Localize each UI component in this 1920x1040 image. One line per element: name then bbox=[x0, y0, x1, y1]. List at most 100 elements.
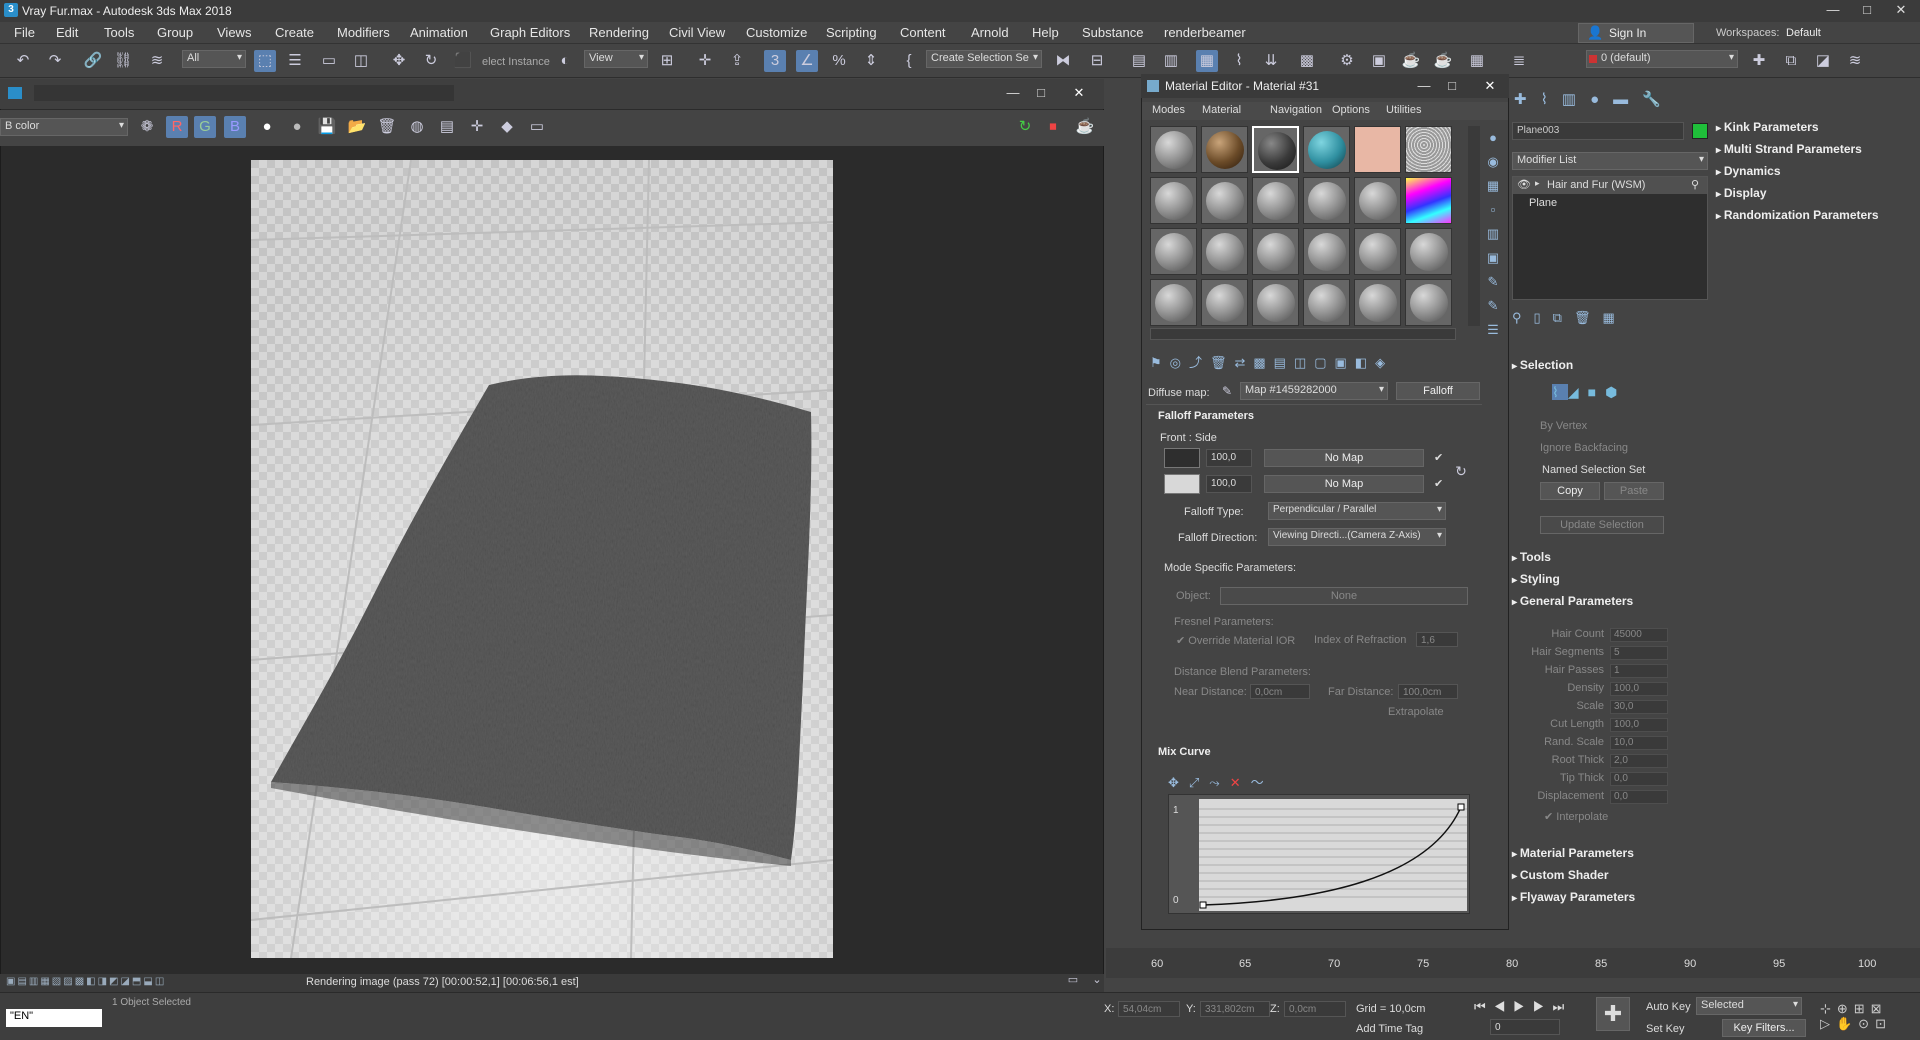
color-channels-icon[interactable]: ❁ bbox=[136, 116, 158, 138]
x-coordinate-field[interactable]: 54,04cm bbox=[1118, 1001, 1180, 1017]
named-selection-dropdown[interactable]: Create Selection Se bbox=[926, 50, 1042, 68]
sample-slot[interactable] bbox=[1201, 126, 1248, 173]
sample-slot[interactable] bbox=[1303, 279, 1350, 326]
front-map-button[interactable]: No Map bbox=[1264, 449, 1424, 467]
rollout-kink[interactable]: Kink Parameters bbox=[1716, 120, 1819, 134]
command-panel-tabs[interactable]: ✚⌇▥●▬🔧 bbox=[1514, 90, 1694, 110]
channel-dropdown[interactable]: B color bbox=[0, 118, 128, 136]
copy-button[interactable]: Copy bbox=[1540, 482, 1600, 500]
object-name-field[interactable]: Plane003 bbox=[1512, 122, 1684, 140]
blue-channel-button[interactable]: B bbox=[224, 116, 246, 138]
rect-selection-icon[interactable]: ▭ bbox=[318, 50, 340, 72]
scale-spinner[interactable]: 30,0 bbox=[1610, 700, 1668, 714]
selection-level-icons[interactable]: ⌇◢■⬢ bbox=[1552, 384, 1652, 404]
percent-snap-icon[interactable]: % bbox=[828, 50, 850, 72]
move-icon[interactable]: ✥ bbox=[388, 50, 410, 72]
sample-slot[interactable] bbox=[1303, 126, 1350, 173]
stack-toolbar[interactable]: ⚲▯⧉🗑▦ bbox=[1512, 310, 1652, 328]
save-image-icon[interactable]: 💾 bbox=[316, 116, 338, 138]
ior-spinner[interactable]: 1,6 bbox=[1416, 632, 1458, 647]
menu-arnold[interactable]: Arnold bbox=[971, 25, 1009, 40]
sample-slot[interactable] bbox=[1201, 228, 1248, 275]
hair-passes-spinner[interactable]: 1 bbox=[1610, 664, 1668, 678]
viewport-nav-controls[interactable]: ⊹⊕⊞⊠ ▷✋⊙⊡ bbox=[1820, 1001, 1918, 1031]
front-map-enabled-checkbox[interactable]: ✔ bbox=[1434, 451, 1443, 464]
mated-maximize-button[interactable]: □ bbox=[1437, 76, 1467, 96]
mated-menu-utilities[interactable]: Utilities bbox=[1386, 104, 1421, 116]
lut-icon[interactable]: ▭ bbox=[526, 116, 548, 138]
stack-item-hair-fur[interactable]: 👁 ▸ Hair and Fur (WSM) ⚲ bbox=[1513, 177, 1707, 194]
render-iterative-icon[interactable]: ☕ bbox=[1432, 50, 1454, 72]
scale-icon[interactable]: ⬛ bbox=[452, 50, 474, 72]
fb-collapse-icon[interactable]: ⌄ bbox=[1086, 971, 1108, 989]
workspaces-dropdown[interactable]: Default bbox=[1786, 27, 1821, 39]
layer-settings-icon[interactable]: ≋ bbox=[1844, 50, 1866, 72]
undo-icon[interactable]: ↶ bbox=[12, 50, 34, 72]
selection-filter-dropdown[interactable]: All bbox=[182, 50, 246, 68]
mirror-icon[interactable]: ⧓ bbox=[1052, 50, 1074, 72]
ribbon-icon[interactable]: ▦ bbox=[1196, 50, 1218, 72]
y-coordinate-field[interactable]: 331,802cm bbox=[1200, 1001, 1270, 1017]
menu-views[interactable]: Views bbox=[217, 25, 251, 40]
mated-menu-options[interactable]: Options bbox=[1332, 104, 1370, 116]
hair-segments-spinner[interactable]: 5 bbox=[1610, 646, 1668, 660]
sample-slot[interactable] bbox=[1354, 228, 1401, 275]
load-image-icon[interactable]: 📂 bbox=[346, 116, 368, 138]
far-distance-spinner[interactable]: 100,0cm bbox=[1398, 684, 1458, 699]
sample-slot-active[interactable] bbox=[1252, 126, 1299, 173]
rollout-randomization[interactable]: Randomization Parameters bbox=[1716, 208, 1879, 222]
mix-curve-graph[interactable]: 1 0 bbox=[1168, 794, 1470, 914]
manipulate-icon[interactable]: ✛ bbox=[694, 50, 716, 72]
link-icon[interactable]: 🔗 bbox=[82, 50, 104, 72]
window-crossing-icon[interactable]: ◫ bbox=[350, 50, 372, 72]
region-render-icon[interactable]: ◍ bbox=[406, 116, 428, 138]
near-distance-spinner[interactable]: 0,0cm bbox=[1250, 684, 1310, 699]
falloff-type-dropdown[interactable]: Perpendicular / Parallel bbox=[1268, 502, 1446, 520]
z-coordinate-field[interactable]: 0,0cm bbox=[1284, 1001, 1346, 1017]
expand-icon[interactable]: ▸ bbox=[1535, 178, 1540, 189]
menu-civil-view[interactable]: Civil View bbox=[669, 25, 725, 40]
sample-slot[interactable] bbox=[1354, 279, 1401, 326]
menu-rendering[interactable]: Rendering bbox=[589, 25, 649, 40]
selected-set-dropdown[interactable]: Selected bbox=[1696, 997, 1802, 1015]
falloff-direction-dropdown[interactable]: Viewing Directi...(Camera Z-Axis) bbox=[1268, 528, 1446, 546]
sample-slot[interactable] bbox=[1405, 177, 1452, 224]
swap-colors-icon[interactable]: ↻ bbox=[1450, 460, 1472, 482]
sample-slots-vscrollbar[interactable] bbox=[1468, 126, 1480, 326]
side-color-swatch[interactable] bbox=[1164, 474, 1200, 494]
density-spinner[interactable]: 100,0 bbox=[1610, 682, 1668, 696]
sample-slot[interactable] bbox=[1252, 228, 1299, 275]
sample-slot[interactable] bbox=[1201, 279, 1248, 326]
render-again-icon[interactable]: ↻ bbox=[1014, 116, 1036, 138]
mix-curve-toolbar[interactable]: ✥⤢⤳✕〜 bbox=[1168, 772, 1468, 792]
front-color-swatch[interactable] bbox=[1164, 448, 1200, 468]
menu-file[interactable]: File bbox=[14, 25, 35, 40]
menu-content[interactable]: Content bbox=[900, 25, 946, 40]
layer-dropdown[interactable]: 0 (default) bbox=[1586, 50, 1738, 68]
object-pick-button[interactable]: None bbox=[1220, 587, 1468, 605]
menu-graph-editors[interactable]: Graph Editors bbox=[490, 25, 570, 40]
redo-icon[interactable]: ↷ bbox=[44, 50, 66, 72]
object-color-swatch[interactable] bbox=[1692, 123, 1708, 139]
clear-image-icon[interactable]: 🗑 bbox=[376, 116, 398, 138]
sample-slot[interactable] bbox=[1405, 126, 1452, 173]
stack-item-plane[interactable]: Plane bbox=[1529, 197, 1557, 209]
sample-slot[interactable] bbox=[1354, 177, 1401, 224]
sample-slot[interactable] bbox=[1150, 279, 1197, 326]
menu-group[interactable]: Group bbox=[157, 25, 193, 40]
rollout-tools[interactable]: Tools bbox=[1512, 550, 1551, 564]
select-layer-icon[interactable]: ◪ bbox=[1812, 50, 1834, 72]
interactive-render-icon[interactable]: ☕ bbox=[1074, 116, 1096, 138]
lens-effects-icon[interactable]: ◆ bbox=[496, 116, 518, 138]
follow-mouse-icon[interactable]: ✛ bbox=[466, 116, 488, 138]
select-place-icon[interactable]: ◐ bbox=[554, 50, 576, 72]
mated-toolbar-icons[interactable]: ⚑◎⤴🗑⇄▩▤◫▢▣◧◈ bbox=[1150, 352, 1470, 370]
set-key-button[interactable]: Set Key bbox=[1646, 1023, 1685, 1035]
fb-maximize-button[interactable]: □ bbox=[1026, 83, 1056, 103]
edit-named-sets-icon[interactable]: { bbox=[898, 50, 920, 72]
map-type-button[interactable]: Falloff bbox=[1396, 382, 1480, 400]
displacement-spinner[interactable]: 0,0 bbox=[1610, 790, 1668, 804]
mated-close-button[interactable]: ✕ bbox=[1475, 76, 1505, 96]
fb-status-icons[interactable]: ▣▤▥▦▧▨▩◧◨◩◪⬒⬓◫ bbox=[6, 976, 296, 990]
maxscript-listener[interactable]: "EN" bbox=[6, 1009, 102, 1027]
